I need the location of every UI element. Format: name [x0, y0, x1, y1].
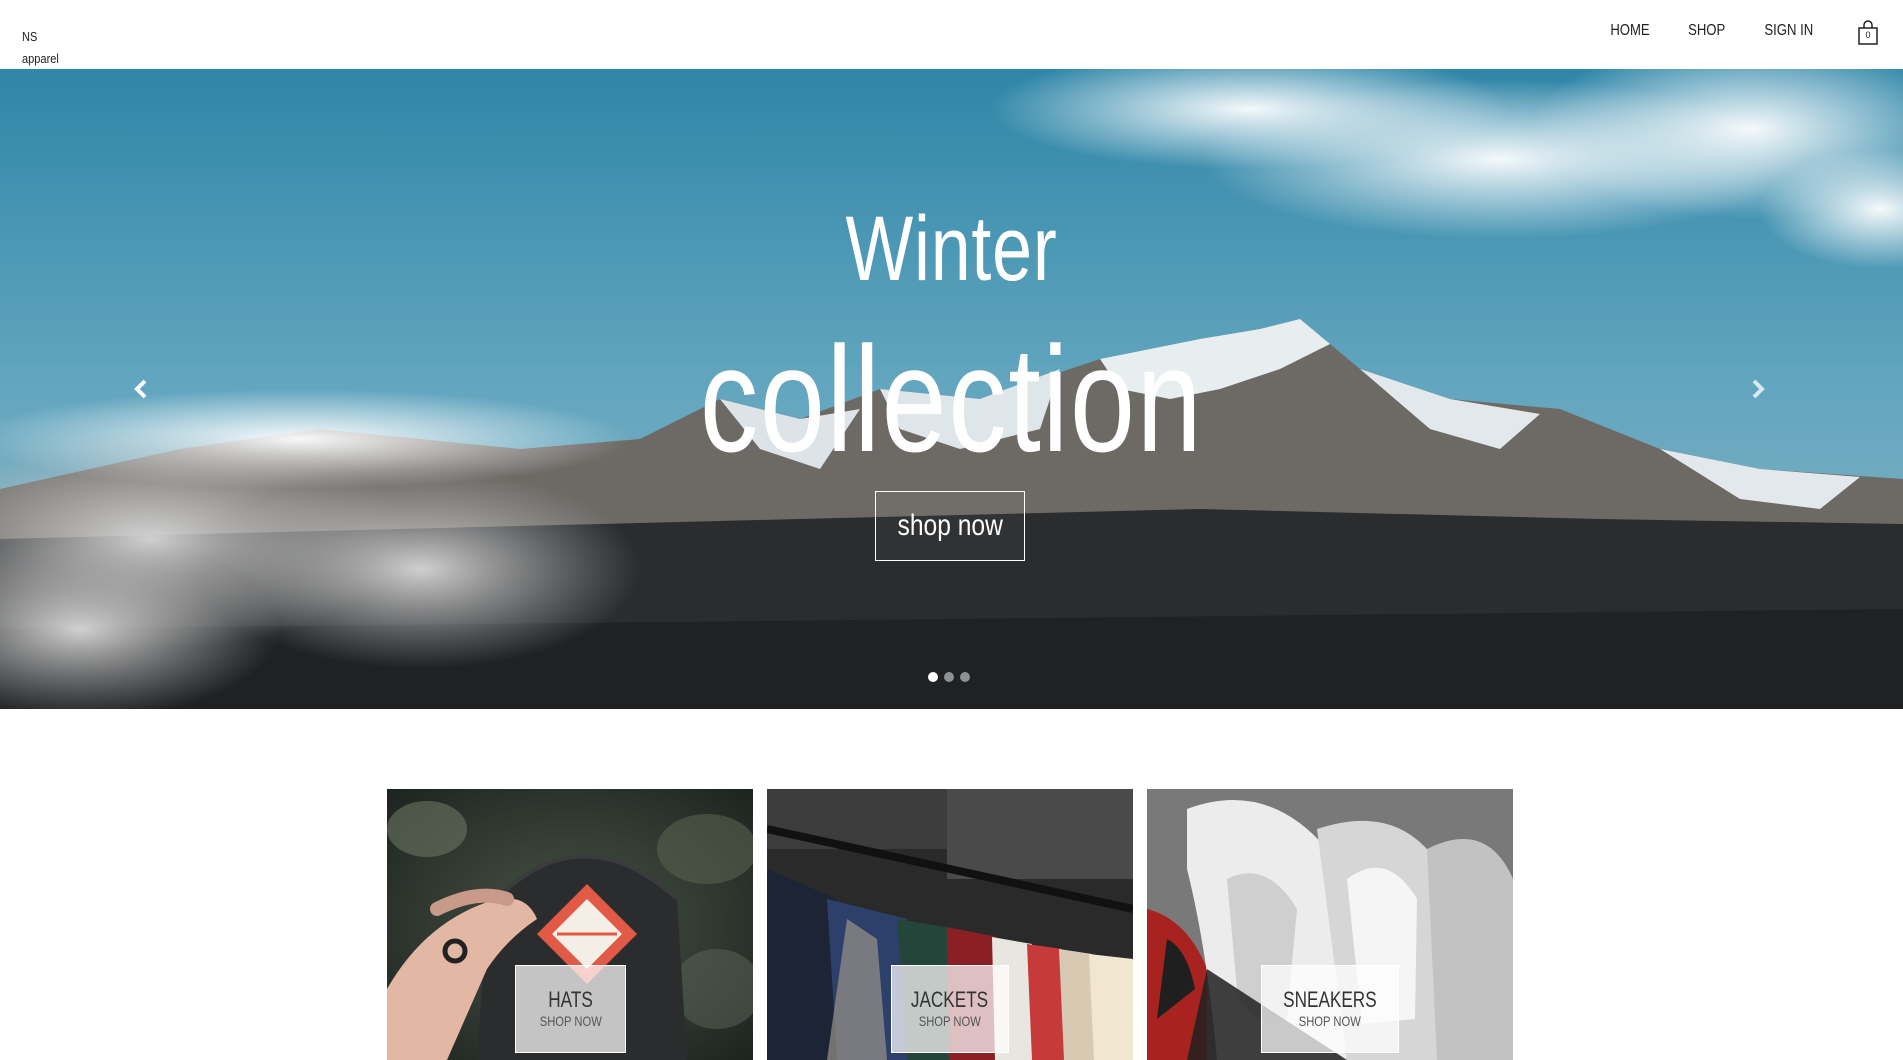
jackets-title: JACKETS — [911, 987, 989, 1012]
chevron-left-icon — [134, 379, 147, 399]
hero-carousel: Winter collection shop now — [0, 69, 1903, 709]
category-card-sneakers[interactable]: SNEAKERS SHOP NOW — [1147, 789, 1513, 1060]
category-card-jackets[interactable]: JACKETS SHOP NOW — [767, 789, 1133, 1060]
hats-shop-now: SHOP NOW — [539, 1013, 602, 1029]
category-card-hats[interactable]: HATS SHOP NOW — [387, 789, 753, 1060]
nav-link-sign-in[interactable]: SIGN IN — [1765, 22, 1814, 40]
nav-link-shop[interactable]: SHOP — [1688, 22, 1725, 40]
carousel-dot-2[interactable] — [944, 672, 954, 682]
nav-link-home[interactable]: HOME — [1610, 22, 1649, 40]
sneakers-title: SNEAKERS — [1283, 987, 1377, 1012]
brand-logo[interactable]: NS apparel — [22, 26, 59, 70]
top-navbar: NS apparel HOME SHOP SIGN IN 0 — [0, 0, 1903, 69]
hats-title: HATS — [548, 987, 593, 1012]
logo-line-ns: NS — [22, 29, 38, 44]
carousel-dot-3[interactable] — [960, 672, 970, 682]
logo-line-apparel: apparel — [22, 51, 59, 66]
carousel-indicators — [928, 672, 970, 682]
cart-count: 0 — [1865, 30, 1871, 40]
shop-now-label: shop now — [897, 509, 1003, 542]
carousel-next-button[interactable] — [1743, 374, 1773, 404]
chevron-right-icon — [1752, 379, 1765, 399]
jackets-label-box[interactable]: JACKETS SHOP NOW — [891, 965, 1009, 1053]
cart-button[interactable]: 0 — [1857, 20, 1879, 46]
hero-title-collection: collection — [699, 315, 1204, 483]
sneakers-shop-now: SHOP NOW — [1298, 1013, 1362, 1029]
carousel-prev-button[interactable] — [126, 374, 156, 404]
carousel-dot-1[interactable] — [928, 672, 938, 682]
hero-title-winter: Winter — [845, 198, 1058, 300]
hats-label-box[interactable]: HATS SHOP NOW — [515, 965, 626, 1053]
nav-links: HOME SHOP SIGN IN — [1606, 22, 1819, 40]
sneakers-label-box[interactable]: SNEAKERS SHOP NOW — [1261, 965, 1399, 1053]
shop-now-button[interactable]: shop now — [875, 491, 1025, 561]
jackets-shop-now: SHOP NOW — [918, 1013, 982, 1029]
